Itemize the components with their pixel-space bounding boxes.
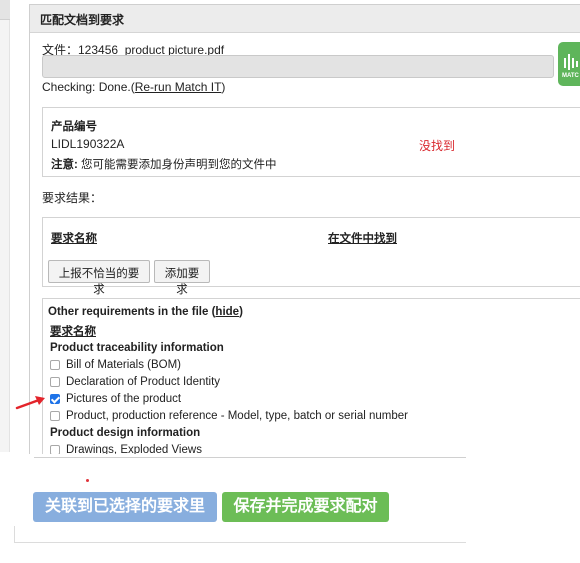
save-and-finish-button[interactable]: 保存并完成要求配对 <box>222 492 389 522</box>
section-heading: Product traceability information <box>50 342 224 354</box>
match-it-logo-icon <box>564 54 578 70</box>
checking-status-suffix: ) <box>221 80 226 94</box>
list-item-label: Drawings, Exploded Views <box>66 444 202 454</box>
list-item[interactable]: Bill of Materials (BOM) <box>50 359 181 371</box>
product-number-value: LIDL190322A <box>51 137 125 151</box>
list-item[interactable]: Declaration of Product Identity <box>50 376 220 388</box>
list-item[interactable]: Product, production reference - Model, t… <box>50 410 408 422</box>
checking-status: Checking: Done.(Re-run Match IT) <box>42 80 225 94</box>
section-heading: Product design information <box>50 427 201 439</box>
left-strip-header <box>0 0 10 20</box>
red-arrow-icon <box>15 396 45 410</box>
match-document-dialog: 匹配文档到要求 文件：123456_product picture.pdf MA… <box>29 4 580 454</box>
match-it-button-label: MATC <box>562 73 579 79</box>
other-requirements-panel: Other requirements in the file (hide) 要求… <box>42 298 580 454</box>
note-text: 您可能需要添加身份声明到您的文件中 <box>77 159 277 171</box>
hide-link[interactable]: hide <box>215 306 239 318</box>
rerun-match-link[interactable]: Re-run Match IT <box>135 80 222 94</box>
dialog-title: 匹配文档到要求 <box>30 5 580 33</box>
list-item-label: Bill of Materials (BOM) <box>66 359 182 371</box>
list-item-label: Product, production reference - Model, t… <box>66 410 408 422</box>
frame-bottom-edge <box>14 542 466 543</box>
list-item[interactable]: Drawings, Exploded Views <box>50 444 202 454</box>
match-it-button[interactable]: MATC <box>558 42 580 86</box>
note-label: 注意: <box>51 159 78 171</box>
product-number-panel: 产品编号 LIDL190322A 没找到 注意: 您可能需要添加身份声明到您的文… <box>42 107 580 177</box>
requirement-results-panel: 要求名称 在文件中找到 上报不恰当的要求 添加要求 <box>42 217 580 296</box>
list-item-label: Pictures of the product <box>66 393 182 405</box>
column-requirement-name: 要求名称 <box>51 233 97 245</box>
left-scroll-strip <box>0 0 10 452</box>
requirement-checkbox[interactable] <box>50 360 60 370</box>
column-found-in-file: 在文件中找到 <box>328 233 397 245</box>
requirement-checkbox[interactable] <box>50 411 60 421</box>
product-number-status: 没找到 <box>419 139 456 153</box>
frame-edge <box>14 526 15 543</box>
requirement-checkbox[interactable] <box>50 394 60 404</box>
requirement-checkbox[interactable] <box>50 445 60 454</box>
red-dot-mark <box>86 479 89 482</box>
other-title-suffix: ) <box>239 306 243 318</box>
results-label: 要求结果： <box>42 191 103 205</box>
link-to-selected-button[interactable]: 关联到已选择的要求里 <box>33 492 217 522</box>
other-column-requirement-name: 要求名称 <box>50 326 96 338</box>
add-requirement-button[interactable]: 添加要求 <box>154 260 210 296</box>
list-item-label: Declaration of Product Identity <box>66 376 221 388</box>
report-inappropriate-button[interactable]: 上报不恰当的要求 <box>48 260 150 296</box>
footer-divider <box>34 457 466 458</box>
checking-status-prefix: Checking: Done.( <box>42 80 135 94</box>
product-number-note: 注意: 您可能需要添加身份声明到您的文件中 <box>51 156 277 172</box>
other-title-prefix: Other requirements in the file ( <box>48 306 216 318</box>
product-number-label: 产品编号 <box>51 121 97 133</box>
list-item[interactable]: Pictures of the product <box>50 393 181 405</box>
match-progress-bar <box>42 55 554 78</box>
requirement-checkbox[interactable] <box>50 377 60 387</box>
other-requirements-title: Other requirements in the file (hide) <box>48 306 243 318</box>
